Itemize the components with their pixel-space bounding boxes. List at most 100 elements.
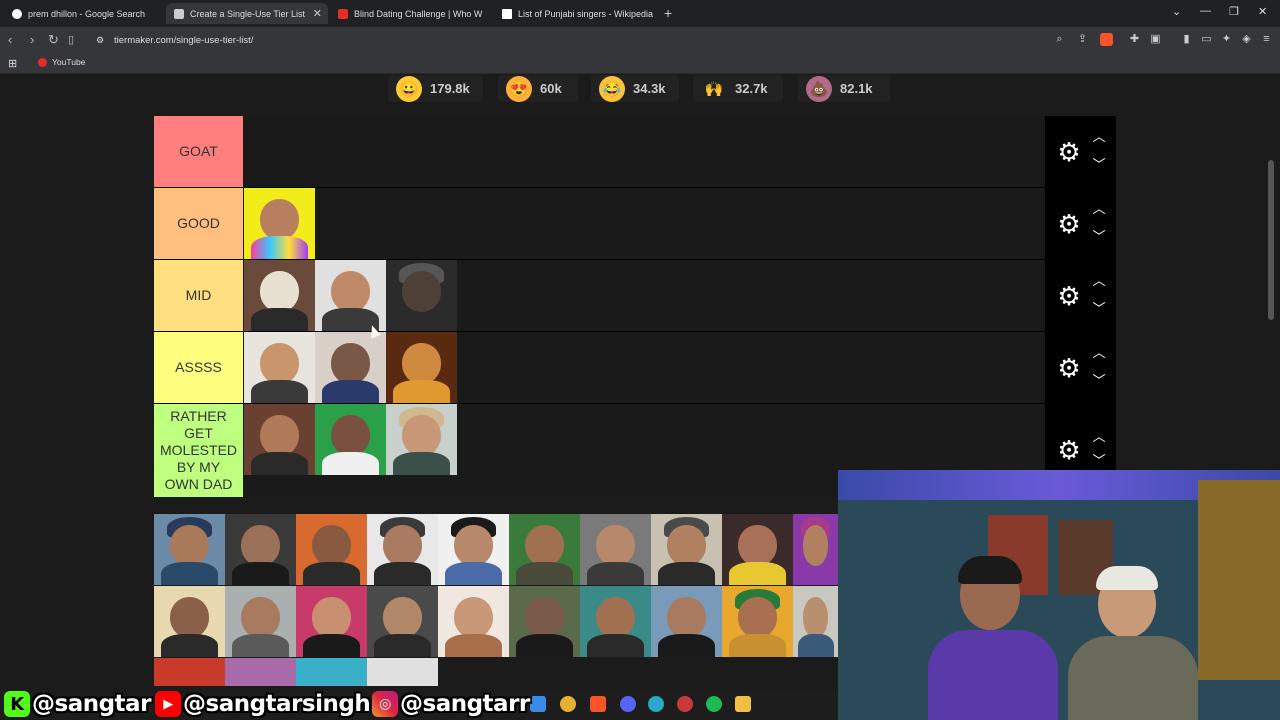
brave-icon[interactable]	[590, 696, 606, 712]
gear-icon[interactable]: ⚙	[1055, 210, 1083, 238]
move-up-icon[interactable]: ︿	[1089, 346, 1109, 360]
tier-item[interactable]	[386, 332, 457, 403]
move-down-icon[interactable]: ﹀	[1089, 302, 1109, 316]
pool-item[interactable]	[509, 586, 580, 657]
bookmark-youtube[interactable]: YouTube	[38, 57, 85, 67]
minimize-icon[interactable]: —	[1200, 5, 1211, 17]
reload-icon[interactable]: ↻	[48, 32, 59, 48]
tier-item[interactable]	[386, 404, 457, 475]
maximize-icon[interactable]: ❐	[1229, 5, 1239, 18]
discord-icon[interactable]	[620, 696, 636, 712]
gear-icon[interactable]: ⚙	[1055, 436, 1083, 464]
file-explorer-icon[interactable]	[735, 696, 751, 712]
close-window-icon[interactable]: ✕	[1258, 5, 1267, 18]
pool-item[interactable]	[154, 658, 225, 686]
pool-item[interactable]	[225, 514, 296, 585]
pool-item[interactable]	[154, 514, 225, 585]
reaction-count: 82.1k	[840, 81, 873, 96]
pool-item[interactable]	[367, 514, 438, 585]
pool-item[interactable]	[154, 586, 225, 657]
move-down-icon[interactable]: ﹀	[1089, 454, 1109, 468]
share-icon[interactable]: ⇪	[1076, 33, 1089, 46]
tier-item[interactable]	[244, 260, 315, 331]
pool-item[interactable]	[225, 586, 296, 657]
close-tab-icon[interactable]: ✕	[313, 7, 322, 20]
tier-label-goat[interactable]: GOAT	[154, 116, 243, 187]
pool-item[interactable]	[722, 586, 793, 657]
move-down-icon[interactable]: ﹀	[1089, 230, 1109, 244]
back-icon[interactable]: ‹	[8, 32, 12, 47]
pool-item[interactable]	[580, 514, 651, 585]
pool-item[interactable]	[509, 514, 580, 585]
windows-start-icon[interactable]	[530, 696, 546, 712]
pool-item[interactable]	[225, 658, 296, 686]
tier-item[interactable]	[244, 404, 315, 475]
portrait	[453, 524, 494, 566]
reaction-poop[interactable]: 💩 82.1k	[798, 75, 890, 102]
move-up-icon[interactable]: ︿	[1089, 202, 1109, 216]
menu-icon[interactable]: ≡	[1260, 33, 1273, 46]
tab-wikipedia[interactable]: List of Punjabi singers - Wikipedia	[494, 3, 658, 24]
move-up-icon[interactable]: ︿	[1089, 130, 1109, 144]
pool-item[interactable]	[793, 514, 838, 585]
reaction-laugh[interactable]: 😂 34.3k	[591, 75, 679, 102]
vpn-icon[interactable]: ◈	[1240, 33, 1253, 46]
reaction-grin[interactable]: 😀 179.8k	[388, 75, 483, 102]
extensions-icon[interactable]: ✚	[1128, 33, 1141, 46]
tab-youtube[interactable]: Blind Dating Challenge | Who Will K	[330, 3, 490, 24]
spotify-icon[interactable]	[706, 696, 722, 712]
gear-icon[interactable]: ⚙	[1055, 282, 1083, 310]
tier-label-assss[interactable]: ASSSS	[154, 332, 243, 403]
reaction-raised-hands[interactable]: 🙌 32.7k	[693, 75, 783, 102]
media-icon[interactable]: ▣	[1149, 33, 1162, 46]
tab-google[interactable]: prem dhillon - Google Search	[4, 3, 166, 24]
pool-item[interactable]	[651, 586, 722, 657]
pool-item[interactable]	[722, 514, 793, 585]
tier-item[interactable]	[386, 260, 457, 331]
pool-item[interactable]	[793, 586, 838, 657]
app-icon[interactable]	[677, 696, 693, 712]
tier-item[interactable]	[244, 332, 315, 403]
move-down-icon[interactable]: ﹀	[1089, 158, 1109, 172]
move-up-icon[interactable]: ︿	[1089, 430, 1109, 444]
url-input[interactable]: ⚙ tiermaker.com/single-use-tier-list/	[88, 30, 1103, 51]
pool-item[interactable]	[367, 658, 438, 686]
tier-label-mid[interactable]: MID	[154, 260, 243, 331]
wallet-icon[interactable]: ▭	[1200, 33, 1213, 46]
chrome-icon[interactable]	[560, 696, 576, 712]
forward-icon[interactable]: ›	[30, 32, 34, 47]
tier-item[interactable]	[315, 332, 386, 403]
edge-icon[interactable]	[648, 696, 664, 712]
instagram-icon: ◎	[372, 691, 398, 717]
sidebar-icon[interactable]: ▮	[1180, 33, 1193, 46]
brave-shield-icon[interactable]	[1100, 33, 1113, 46]
pool-item[interactable]	[651, 514, 722, 585]
tab-tiermaker[interactable]: Create a Single-Use Tier List (Pri ✕	[166, 3, 328, 24]
pool-item[interactable]	[296, 586, 367, 657]
gear-icon[interactable]: ⚙	[1055, 354, 1083, 382]
bookmark-icon[interactable]: ▯	[68, 33, 74, 46]
tier-row-good: GOOD	[154, 188, 1045, 260]
tab-list-icon[interactable]: ⌄	[1172, 5, 1181, 18]
tier-item[interactable]	[244, 188, 315, 259]
pool-item[interactable]	[367, 586, 438, 657]
pool-item[interactable]	[296, 514, 367, 585]
tier-item[interactable]	[315, 260, 386, 331]
new-tab-icon[interactable]: +	[664, 5, 672, 21]
zoom-icon[interactable]: ⌕	[1053, 33, 1066, 46]
tier-item[interactable]	[315, 404, 386, 475]
gear-icon[interactable]: ⚙	[1055, 138, 1083, 166]
leo-ai-icon[interactable]: ✦	[1220, 33, 1233, 46]
site-info-icon[interactable]: ⚙	[96, 30, 104, 51]
move-up-icon[interactable]: ︿	[1089, 274, 1109, 288]
page-scrollbar[interactable]	[1268, 160, 1274, 320]
apps-icon[interactable]: ⊞	[8, 57, 17, 70]
pool-item[interactable]	[438, 514, 509, 585]
tier-label-last[interactable]: RATHER GET MOLESTED BY MY OWN DAD	[154, 404, 243, 497]
pool-item[interactable]	[580, 586, 651, 657]
pool-item[interactable]	[296, 658, 367, 686]
reaction-heart-eyes[interactable]: 😍 60k	[498, 75, 578, 102]
pool-item[interactable]	[438, 586, 509, 657]
tier-label-good[interactable]: GOOD	[154, 188, 243, 259]
move-down-icon[interactable]: ﹀	[1089, 374, 1109, 388]
